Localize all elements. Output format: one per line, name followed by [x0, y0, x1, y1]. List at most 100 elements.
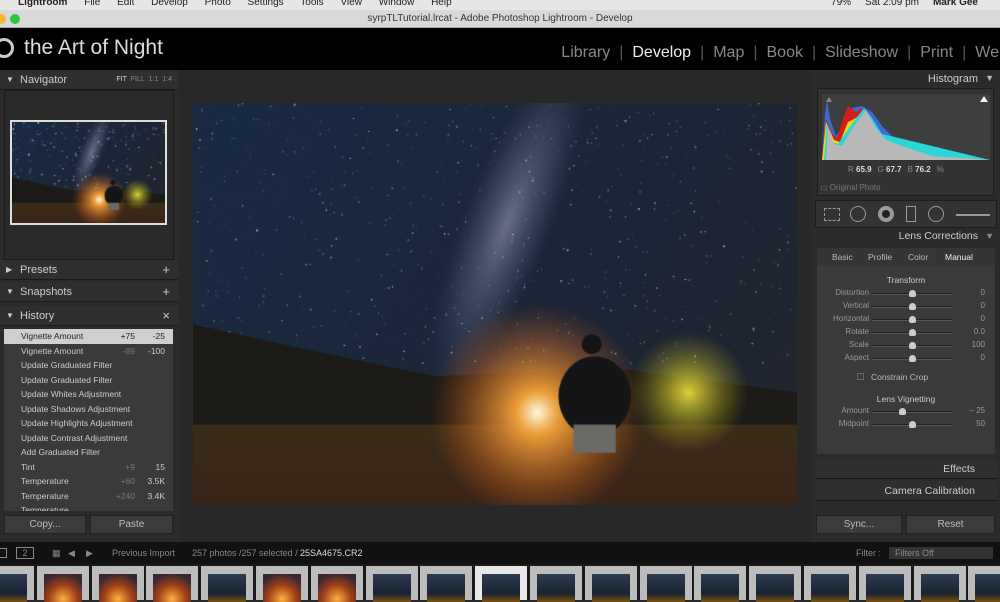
- history-item[interactable]: Update Shadows Adjustment: [4, 402, 173, 417]
- module-book[interactable]: Book: [758, 44, 812, 61]
- menu-file[interactable]: File: [84, 0, 100, 8]
- slider-knob[interactable]: [909, 303, 916, 310]
- history-item[interactable]: Temperature: [4, 503, 173, 511]
- constrain-crop-checkbox[interactable]: [857, 373, 864, 380]
- slider-value[interactable]: 0.0: [974, 327, 985, 336]
- filmstrip-thumbnail[interactable]: [146, 566, 199, 602]
- slider-value[interactable]: 0: [981, 314, 985, 323]
- graduated-filter-icon[interactable]: [906, 206, 916, 222]
- slider-knob[interactable]: [909, 316, 916, 323]
- tab-manual[interactable]: Manual: [945, 248, 973, 266]
- paste-button[interactable]: Paste: [90, 515, 173, 534]
- tab-basic[interactable]: Basic: [832, 248, 853, 266]
- slider-track[interactable]: [872, 303, 952, 310]
- filmstrip-thumbnail[interactable]: [639, 566, 692, 602]
- history-item[interactable]: Tint +9 15: [4, 460, 173, 475]
- menu-app[interactable]: Lightroom: [18, 0, 67, 8]
- slider-knob[interactable]: [909, 355, 916, 362]
- filmstrip-thumbnail[interactable]: [913, 566, 966, 602]
- selected-file[interactable]: 25SA4675.CR2: [300, 542, 363, 564]
- slider-knob[interactable]: [909, 329, 916, 336]
- module-print[interactable]: Print: [911, 44, 962, 61]
- clear-history-icon[interactable]: ×: [162, 306, 170, 326]
- slider-value[interactable]: 0: [981, 353, 985, 362]
- menu-view[interactable]: View: [340, 0, 362, 8]
- lens-corrections-title[interactable]: Lens Corrections: [899, 230, 978, 242]
- slider-value[interactable]: – 25: [969, 406, 985, 415]
- history-list[interactable]: Vignette Amount +75 -25 Vignette Amount -89 -…: [4, 329, 173, 511]
- copy-button[interactable]: Copy...: [4, 515, 86, 534]
- menu-develop[interactable]: Develop: [151, 0, 188, 8]
- navigator-preview[interactable]: [10, 120, 167, 225]
- main-photo[interactable]: [193, 103, 797, 505]
- zoom-fill[interactable]: FILL: [131, 76, 145, 83]
- tab-profile[interactable]: Profile: [868, 248, 892, 266]
- slider-track[interactable]: [872, 290, 952, 297]
- histogram-title[interactable]: Histogram: [928, 73, 978, 85]
- snapshots-header[interactable]: ▼ Snapshots +: [0, 282, 178, 302]
- user-name[interactable]: Mark Gee: [933, 0, 978, 8]
- filmstrip[interactable]: [0, 564, 1000, 602]
- grid-icon[interactable]: ▦: [52, 542, 61, 564]
- filmstrip-thumbnail[interactable]: [584, 566, 637, 602]
- page-1-button[interactable]: [0, 548, 7, 558]
- radial-filter-icon[interactable]: [928, 206, 944, 222]
- navigator-header[interactable]: ▼ Navigator FIT FILL 1:1 1:4: [0, 70, 178, 90]
- module-slideshow[interactable]: Slideshow: [816, 44, 907, 61]
- slider-knob[interactable]: [909, 342, 916, 349]
- slider-knob[interactable]: [899, 408, 907, 415]
- filmstrip-thumbnail[interactable]: [694, 566, 747, 602]
- history-item[interactable]: Temperature +60 3.5K: [4, 474, 173, 489]
- source-label[interactable]: Previous Import: [112, 542, 175, 564]
- add-snapshot-icon[interactable]: +: [162, 282, 170, 302]
- filmstrip-thumbnail[interactable]: [749, 566, 802, 602]
- slider-track[interactable]: [872, 355, 952, 362]
- zoom-button[interactable]: [10, 14, 20, 24]
- history-item[interactable]: Temperature +240 3.4K: [4, 489, 173, 504]
- slider-knob[interactable]: [909, 421, 916, 428]
- filmstrip-thumbnail[interactable]: [256, 566, 308, 602]
- module-map[interactable]: Map: [704, 44, 753, 61]
- slider-track[interactable]: [872, 421, 952, 428]
- history-item[interactable]: Vignette Amount +75 -25: [4, 329, 173, 344]
- history-item[interactable]: Update Graduated Filter: [4, 373, 173, 388]
- camera-calibration-header[interactable]: Camera Calibration: [815, 481, 997, 501]
- adjustment-brush-icon[interactable]: [956, 214, 990, 216]
- menu-photo[interactable]: Photo: [205, 0, 231, 8]
- clock[interactable]: Sat 2:09 pm: [865, 0, 919, 8]
- slider-value[interactable]: 50: [976, 419, 985, 428]
- filmstrip-thumbnail[interactable]: [0, 566, 34, 602]
- slider-track[interactable]: [872, 316, 952, 323]
- filmstrip-thumbnail[interactable]: [201, 566, 254, 602]
- module-develop[interactable]: Develop: [623, 44, 700, 61]
- filmstrip-thumbnail[interactable]: [420, 566, 473, 602]
- module-web[interactable]: We: [966, 44, 1000, 61]
- tab-color[interactable]: Color: [908, 248, 928, 266]
- battery-status[interactable]: 79%: [831, 0, 851, 8]
- sync-button[interactable]: Sync...: [816, 515, 902, 534]
- menu-help[interactable]: Help: [431, 0, 452, 8]
- crop-tool-icon[interactable]: [824, 208, 840, 221]
- history-header[interactable]: ▼ History ×: [0, 306, 178, 326]
- menu-settings[interactable]: Settings: [248, 0, 284, 8]
- red-eye-icon[interactable]: [878, 206, 894, 222]
- history-item[interactable]: Update Graduated Filter: [4, 358, 173, 373]
- forward-arrow-icon[interactable]: ▶: [86, 542, 93, 564]
- filmstrip-thumbnail[interactable]: [36, 566, 89, 602]
- filter-dropdown[interactable]: Filters Off: [889, 547, 993, 559]
- zoom-fit[interactable]: FIT: [116, 76, 127, 83]
- zoom-1-1[interactable]: 1:1: [149, 76, 159, 83]
- filmstrip-thumbnail[interactable]: [858, 566, 911, 602]
- slider-value[interactable]: 100: [972, 340, 985, 349]
- filmstrip-thumbnail[interactable]: [91, 566, 144, 602]
- filmstrip-thumbnail[interactable]: [530, 566, 582, 602]
- history-item[interactable]: Update Contrast Adjustment: [4, 431, 173, 446]
- history-item[interactable]: Update Highlights Adjustment: [4, 416, 173, 431]
- back-arrow-icon[interactable]: ◀: [68, 542, 75, 564]
- module-library[interactable]: Library: [552, 44, 619, 61]
- filmstrip-thumbnail[interactable]: [804, 566, 856, 602]
- filmstrip-thumbnail[interactable]: [475, 566, 528, 602]
- filmstrip-thumbnail[interactable]: [365, 566, 418, 602]
- reset-button[interactable]: Reset: [906, 515, 995, 534]
- histogram-chart[interactable]: [822, 94, 990, 160]
